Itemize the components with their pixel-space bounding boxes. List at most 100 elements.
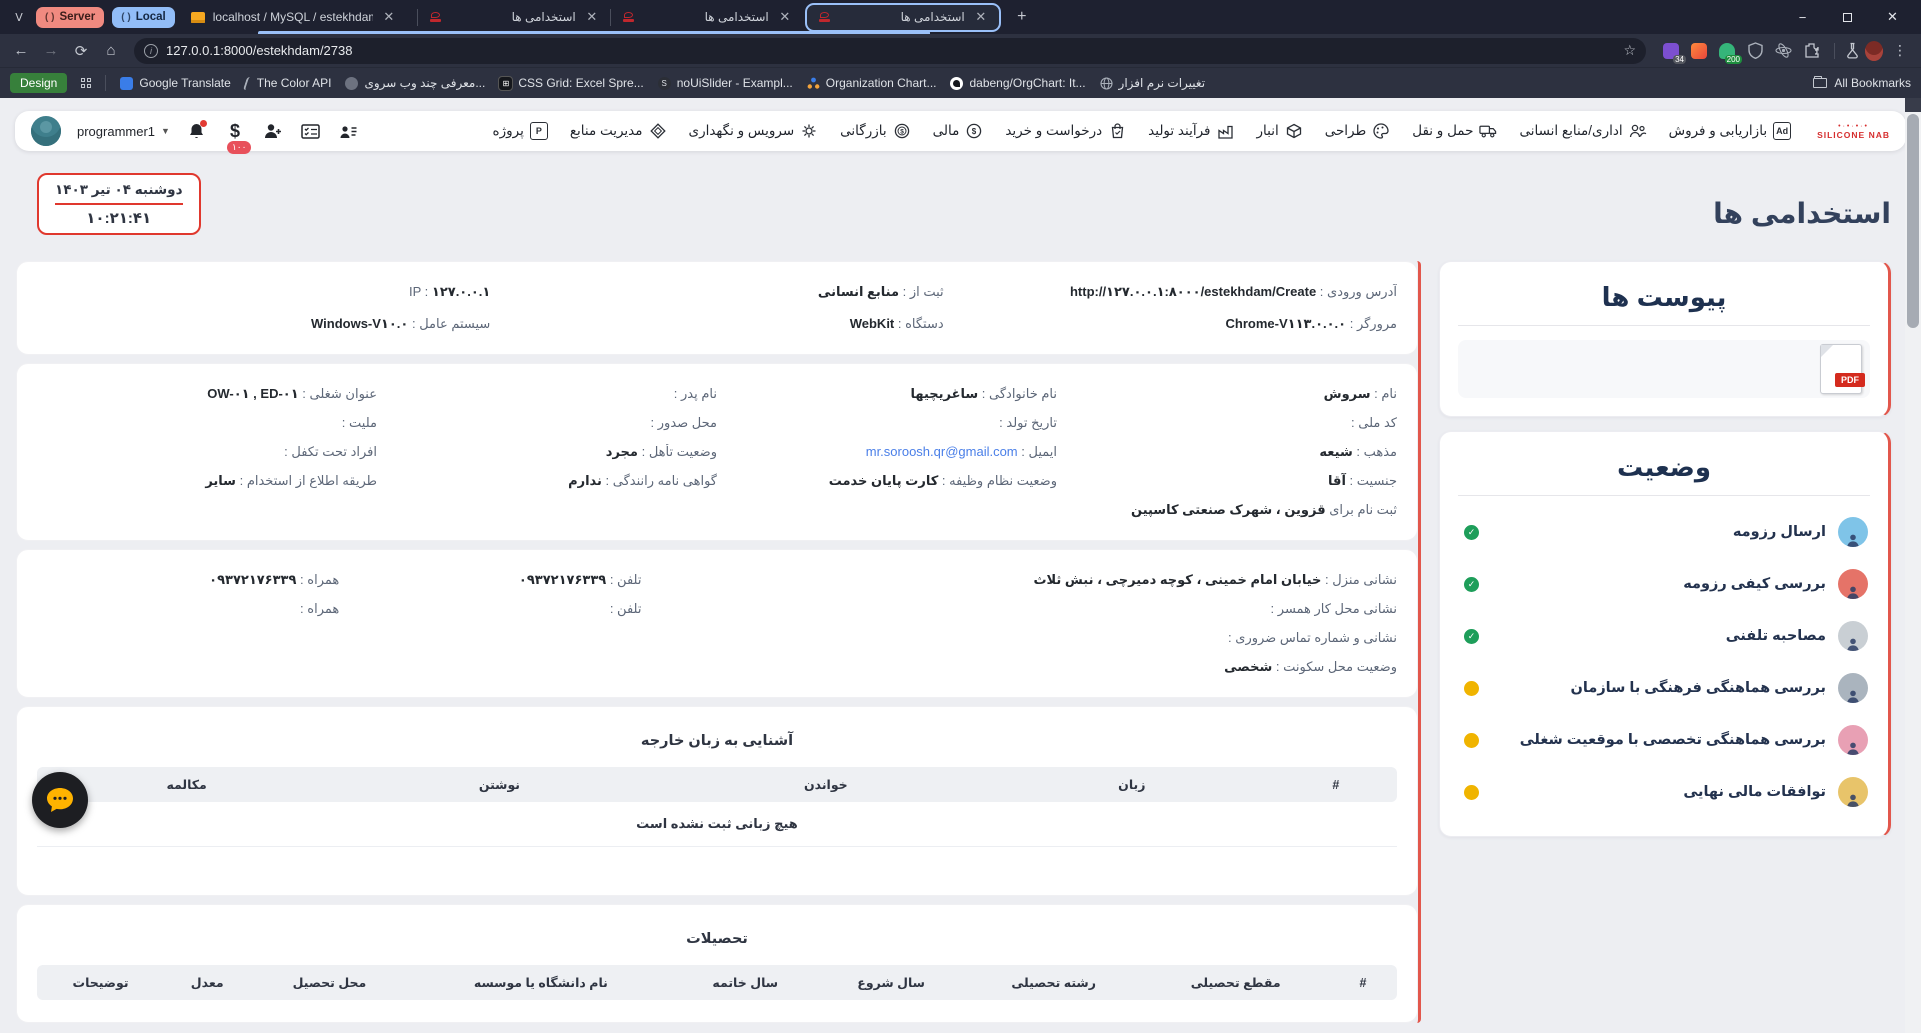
window-maximize-button[interactable]: [1825, 0, 1870, 34]
tab-group-server[interactable]: ( ) Server: [36, 7, 104, 28]
extension-purple-icon[interactable]: 34: [1662, 42, 1680, 60]
extensions-puzzle-icon[interactable]: [1802, 42, 1820, 60]
tab-group-underline: [258, 31, 930, 34]
site-info-icon[interactable]: i: [144, 44, 158, 58]
bookmark-item[interactable]: Google Translate: [120, 76, 230, 90]
language-table-title: آشنایی به زبان خارجه: [37, 733, 1397, 749]
browser-menu-icon[interactable]: ⋮: [1887, 42, 1913, 59]
address-bar[interactable]: i 127.0.0.1:8000/estekhdam/2738 ☆: [134, 38, 1646, 64]
phpmyadmin-favicon: [191, 12, 205, 23]
atom-icon[interactable]: [1774, 42, 1792, 60]
app-navbar: •·•·•·• SILICONE NAB Ad بازاریابی و فروش…: [15, 111, 1906, 151]
browser-profile-avatar[interactable]: [1865, 42, 1883, 60]
bookmark-item[interactable]: ⊞ CSS Grid: Excel Spre...: [499, 76, 643, 90]
tab-close-icon[interactable]: ✕: [973, 9, 989, 25]
url-text[interactable]: 127.0.0.1:8000/estekhdam/2738: [166, 43, 1615, 58]
menu-service-maintenance[interactable]: سرویس و نگهداری: [689, 122, 819, 140]
add-person-icon[interactable]: [262, 120, 284, 142]
github-icon: [950, 77, 963, 90]
bookmark-item[interactable]: S noUiSlider - Exampl...: [658, 76, 793, 90]
ad-icon: Ad: [1773, 122, 1791, 140]
window-minimize-button[interactable]: −: [1780, 0, 1825, 34]
menu-marketing-sales[interactable]: Ad بازاریابی و فروش: [1669, 122, 1791, 140]
pdf-label: PDF: [1835, 373, 1865, 387]
people-icon: [1629, 122, 1647, 140]
tab-phpmyadmin[interactable]: localhost / MySQL / estekhdam ✕: [179, 0, 417, 34]
tab-close-icon[interactable]: ✕: [777, 9, 793, 25]
menu-resource-management[interactable]: مدیریت منابع: [570, 122, 667, 140]
education-table-title: تحصیلات: [37, 931, 1397, 947]
email-link[interactable]: mr.soroosh.qr@gmail.com: [866, 444, 1018, 459]
tab-estekhdam-1[interactable]: استخدامی ها ✕: [418, 0, 610, 34]
menu-design[interactable]: طراحی: [1325, 122, 1391, 140]
user-menu[interactable]: programmer1 ▼: [77, 124, 170, 139]
home-icon[interactable]: ⌂: [98, 38, 124, 64]
all-bookmarks-button[interactable]: All Bookmarks: [1813, 76, 1911, 90]
back-icon[interactable]: ←: [8, 38, 34, 64]
site-favicon: [819, 12, 830, 22]
menu-project[interactable]: P پروژه: [493, 122, 548, 140]
page-scrollbar[interactable]: [1905, 98, 1921, 1033]
register-for-line: ثبت نام برای قزوین ، شهرک صنعتی کاسپین: [37, 502, 1397, 518]
menu-commerce[interactable]: $ بازرگانی: [840, 122, 910, 140]
site-favicon: [623, 12, 634, 22]
status-illustration-icon: [1838, 569, 1868, 599]
bookmark-item[interactable]: Organization Chart...: [807, 76, 937, 90]
notifications-bell-icon[interactable]: [186, 120, 208, 142]
menu-warehouse[interactable]: انبار: [1256, 122, 1302, 140]
checklist-card-icon[interactable]: [300, 120, 322, 142]
pdf-attachment-thumbnail[interactable]: PDF: [1820, 344, 1862, 394]
jalali-date: دوشنبه ۰۴ تیر ۱۴۰۳: [55, 182, 183, 205]
menu-production[interactable]: فرآیند تولید: [1148, 122, 1234, 140]
svg-text:$: $: [972, 127, 977, 136]
status-done-icon: ✓: [1464, 629, 1479, 644]
tab-search-icon[interactable]: ᐯ: [6, 4, 32, 30]
status-illustration-icon: [1838, 673, 1868, 703]
chat-widget-button[interactable]: [32, 772, 88, 828]
extension-orange-icon[interactable]: [1690, 42, 1708, 60]
registration-meta-card: آدرس ورودیhttp://۱۲۷.۰.۰.۱:۸۰۰۰/estekhda…: [16, 261, 1418, 355]
tab-estekhdam-active[interactable]: استخدامی ها ✕: [805, 3, 1001, 32]
window-close-button[interactable]: ✕: [1870, 0, 1915, 34]
contacts-icon[interactable]: [338, 120, 360, 142]
forward-icon[interactable]: →: [38, 38, 64, 64]
apps-grid-icon[interactable]: [81, 78, 91, 88]
tab-group-local[interactable]: ( ) Local: [112, 7, 175, 28]
tab-estekhdam-2[interactable]: استخدامی ها ✕: [611, 0, 803, 34]
menu-finance[interactable]: $ مالی: [933, 122, 984, 140]
menu-transport[interactable]: حمل و نقل: [1412, 122, 1497, 140]
scrollbar-thumb[interactable]: [1907, 114, 1919, 328]
new-tab-button[interactable]: +: [1009, 4, 1035, 30]
table-row-empty: هیچ زبانی ثبت نشده است: [37, 802, 1397, 847]
bookmark-item[interactable]: تغییرات نرم افزار: [1100, 76, 1206, 90]
svg-text:$: $: [900, 129, 904, 136]
google-translate-icon: [120, 77, 133, 90]
nouislider-icon: S: [658, 77, 671, 90]
user-avatar[interactable]: [31, 116, 61, 146]
bookmark-item[interactable]: dabeng/OrgChart: It...: [950, 76, 1085, 90]
status-pending-icon: [1464, 785, 1479, 800]
flask-icon[interactable]: [1843, 42, 1861, 60]
bookmark-star-icon[interactable]: ☆: [1623, 42, 1636, 59]
tab-close-icon[interactable]: ✕: [381, 9, 397, 25]
factory-icon: [1216, 122, 1234, 140]
tab-group-label: Local: [136, 11, 166, 23]
menu-admin-hr[interactable]: اداری/منابع انسانی: [1519, 122, 1646, 140]
status-item-cultural-fit: بررسی هماهنگی فرهنگی با سازمان: [1458, 662, 1870, 714]
status-pending-icon: [1464, 681, 1479, 696]
education-table: # مقطع تحصیلی رشته تحصیلی سال شروع سال خ…: [37, 965, 1397, 1000]
status-item-phone-interview: مصاحبه تلفنی ✓: [1458, 610, 1870, 662]
identity-card: نامسروش نام خانوادگیساغریچیها نام پدر عن…: [16, 363, 1418, 541]
silicone-nab-logo[interactable]: •·•·•·• SILICONE NAB: [1817, 123, 1890, 140]
shield-icon[interactable]: [1746, 42, 1764, 60]
extension-green-icon[interactable]: 200: [1718, 42, 1736, 60]
bookmark-item[interactable]: The Color API: [245, 76, 332, 90]
bookmark-design-folder[interactable]: Design: [10, 73, 67, 93]
status-illustration-icon: [1838, 517, 1868, 547]
money-icon[interactable]: $ ۱۰۰: [224, 120, 246, 142]
pdf-fold-corner: [1821, 345, 1833, 357]
reload-icon[interactable]: ⟳: [68, 38, 94, 64]
menu-purchase-request[interactable]: درخواست و خرید: [1005, 122, 1126, 140]
bookmark-item[interactable]: معرفی چند وب سروی...: [345, 76, 485, 90]
tab-close-icon[interactable]: ✕: [584, 9, 600, 25]
